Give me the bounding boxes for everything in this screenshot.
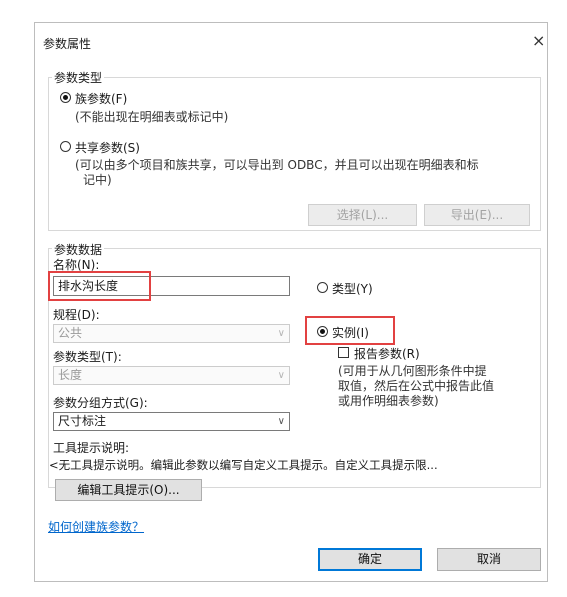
type-radio-label: 类型(Y) [332, 282, 373, 296]
instance-highlight-box [305, 316, 395, 345]
close-icon[interactable]: × [532, 31, 545, 50]
parameter-type-group-title: 参数类型 [52, 69, 105, 86]
edit-tooltip-button[interactable]: 编辑工具提示(O)... [55, 479, 202, 501]
group-by-select[interactable]: 尺寸标注 ∨ [53, 412, 290, 431]
shared-parameter-note-line2: 记中) [83, 173, 112, 187]
cancel-button[interactable]: 取消 [437, 548, 541, 571]
parameter-type-select[interactable]: 长度 ∨ [53, 366, 290, 385]
shared-parameter-radio[interactable] [60, 141, 71, 152]
ok-button[interactable]: 确定 [318, 548, 422, 571]
shared-parameter-note-line1: (可以由多个项目和族共享，可以导出到 ODBC，并且可以出现在明细表和标 [75, 158, 479, 172]
group-by-value: 尺寸标注 [58, 414, 107, 428]
dialog-title: 参数属性 [43, 37, 92, 51]
group-by-label: 参数分组方式(G): [53, 396, 148, 410]
export-button[interactable]: 导出(E)... [424, 204, 530, 226]
tooltip-text: <无工具提示说明。编辑此参数以编写自定义工具提示。自定义工具提示限... [49, 458, 438, 472]
select-button[interactable]: 选择(L)... [308, 204, 417, 226]
discipline-value: 公共 [58, 326, 83, 340]
parameter-type-value: 长度 [58, 368, 83, 382]
parameter-type-label: 参数类型(T): [53, 350, 122, 364]
report-parameter-label: 报告参数(R) [354, 347, 420, 361]
tooltip-label: 工具提示说明: [53, 441, 130, 455]
how-to-create-family-parameter-link[interactable]: 如何创建族参数？ [48, 518, 144, 535]
name-highlight-box [48, 271, 151, 301]
family-parameter-label: 族参数(F) [75, 92, 128, 106]
chevron-down-icon: ∨ [277, 416, 285, 427]
parameter-properties-dialog: 参数属性 × 参数类型 族参数(F) (不能出现在明细表或标记中) 共享参数(S… [34, 22, 548, 582]
chevron-down-icon: ∨ [277, 328, 285, 339]
family-parameter-radio[interactable] [60, 92, 71, 103]
chevron-down-icon: ∨ [277, 370, 285, 381]
shared-parameter-label: 共享参数(S) [75, 141, 140, 155]
family-parameter-note: (不能出现在明细表或标记中) [75, 110, 229, 124]
discipline-label: 规程(D): [53, 308, 100, 322]
report-parameter-checkbox[interactable] [338, 347, 349, 358]
discipline-select[interactable]: 公共 ∨ [53, 324, 290, 343]
type-radio[interactable] [317, 282, 328, 293]
report-note-line3: 或用作明细表参数) [338, 394, 439, 408]
